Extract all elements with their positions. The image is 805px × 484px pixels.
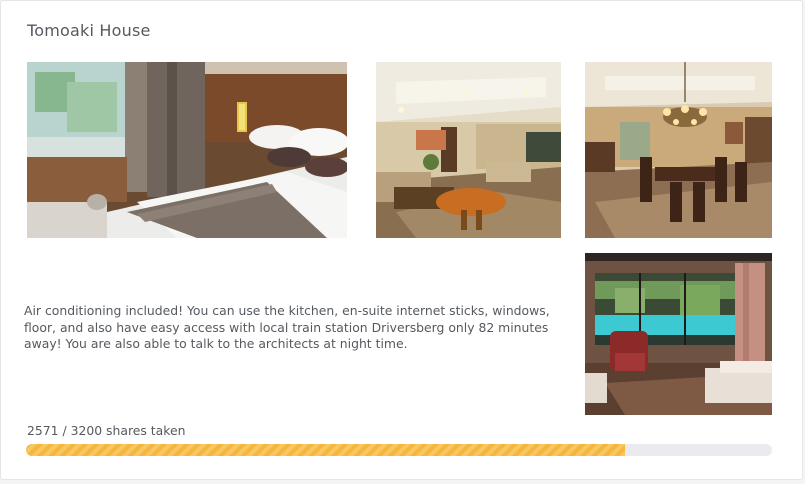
lounge-photo[interactable] (585, 253, 772, 415)
shares-progress-fill (26, 444, 626, 456)
listing-title: Tomoaki House (27, 21, 151, 40)
bedroom-photo[interactable] (27, 62, 347, 238)
shares-progress-label: 2571 / 3200 shares taken (27, 423, 186, 438)
listing-card: Tomoaki House Air conditioning included!… (0, 0, 803, 480)
dining-room-photo[interactable] (585, 62, 772, 238)
living-room-photo[interactable] (376, 62, 561, 238)
listing-description: Air conditioning included! You can use t… (24, 303, 550, 351)
shares-progress-bar (26, 444, 772, 456)
